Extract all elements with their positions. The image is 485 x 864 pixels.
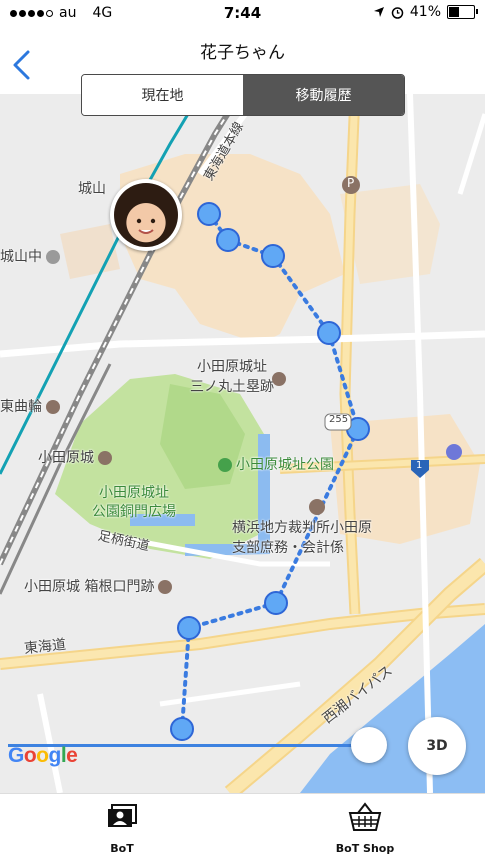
label-castle-park: 小田原城址公園 (218, 454, 334, 474)
location-arrow-icon (373, 7, 384, 17)
castle-icon (98, 451, 112, 465)
location-history-point[interactable] (317, 321, 341, 345)
school-icon (46, 250, 60, 264)
label-bronze-plaza: 小田原城址 公園銅門広場 (92, 485, 176, 520)
status-bar: au 4G 7:44 41% (0, 0, 485, 28)
page-title: 花子ちゃん (200, 43, 285, 63)
label-odawara-castle: 小田原城 (38, 447, 112, 467)
battery-icon (447, 5, 478, 19)
timeline-slider-knob[interactable] (351, 727, 387, 763)
monument-icon (272, 372, 286, 386)
tab-bar: BoT BoT Shop (0, 793, 485, 864)
label-parking: P (347, 176, 355, 190)
location-history-point[interactable] (216, 228, 240, 252)
map-view[interactable]: 城山 城山中 東海道本線 小田原城址 三ノ丸土塁跡 東曲輪 小田原城 小田原城址… (0, 94, 485, 793)
location-history-point[interactable] (197, 202, 221, 226)
label-sannomaru: 小田原城址 三ノ丸土塁跡 (190, 359, 274, 395)
landmark-icon (46, 400, 60, 414)
alarm-clock-icon (391, 6, 404, 19)
location-history-point[interactable] (177, 616, 201, 640)
map-canvas (0, 94, 485, 793)
location-history-point[interactable] (264, 591, 288, 615)
segment-current-location[interactable]: 現在地 (82, 75, 243, 115)
label-higashi-kuruwa: 東曲輪 (0, 396, 60, 416)
child-photo (114, 183, 178, 247)
park-icon (218, 458, 232, 472)
label-route-255: 255 (329, 414, 349, 425)
battery-level-fill (449, 7, 459, 17)
shopping-basket-icon (348, 802, 382, 831)
battery-percent: 41% (409, 4, 441, 20)
segment-movement-history[interactable]: 移動履歴 (243, 75, 404, 115)
view-segmented-control: 現在地 移動履歴 (81, 74, 405, 116)
tab-bot-label: BoT (110, 842, 134, 855)
tab-bot-shop[interactable]: BoT Shop (305, 802, 425, 855)
tab-bot-shop-label: BoT Shop (335, 842, 395, 855)
label-court: 横浜地方裁判所小田原 支部庶務・会計係 (232, 520, 372, 556)
location-history-point[interactable] (261, 244, 285, 268)
label-castle-mountain: 城山 (78, 181, 106, 197)
label-hakone-gate: 小田原城 箱根口門跡 (24, 576, 173, 596)
location-history-point[interactable] (170, 717, 194, 741)
court-poi-icon (309, 499, 325, 515)
tab-bot[interactable]: BoT (62, 802, 182, 855)
label-castle-mountain-jhs: 城山中 (0, 246, 60, 266)
child-avatar[interactable] (110, 179, 182, 251)
google-logo: Google (8, 744, 78, 767)
navigation-bar: 花子ちゃん 現在地 移動履歴 (0, 28, 485, 116)
bot-device-icon (108, 804, 137, 827)
toggle-3d-button[interactable]: 3D (408, 717, 466, 775)
gate-icon (158, 580, 173, 594)
gas-station-icon (446, 444, 462, 460)
label-route-1: 1 (416, 460, 423, 471)
